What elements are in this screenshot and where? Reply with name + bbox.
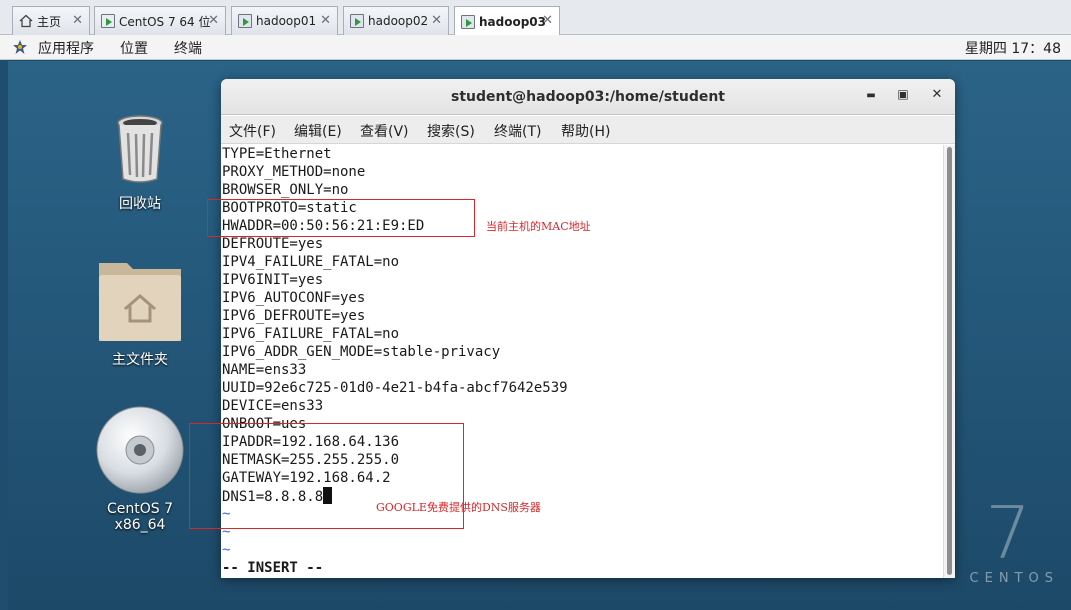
close-icon[interactable]: ✕ xyxy=(320,13,331,28)
home-icon xyxy=(19,14,33,28)
vm-running-icon xyxy=(350,14,364,28)
maximize-button[interactable]: ▣ xyxy=(893,87,913,107)
applications-icon[interactable] xyxy=(12,39,28,55)
desktop-icon-label: 回收站 xyxy=(119,196,161,212)
desktop-icon-home-folder[interactable]: 主文件夹 xyxy=(80,257,200,369)
menu-help[interactable]: 帮助(H) xyxy=(561,121,610,141)
menu-applications[interactable]: 应用程序 xyxy=(38,38,94,58)
close-icon[interactable]: ✕ xyxy=(431,13,442,28)
config-line: IPV4_FAILURE_FATAL=no xyxy=(222,254,400,270)
tab-hadoop01[interactable]: hadoop01 ✕ xyxy=(231,6,338,35)
disc-icon xyxy=(96,406,184,494)
vm-icon xyxy=(101,14,115,28)
config-line: PROXY_METHOD=none xyxy=(222,164,366,180)
vim-status-line: -- INSERT -- xyxy=(222,560,324,576)
centos-watermark-word: CENTOS xyxy=(969,571,1059,586)
terminal-menubar: 文件(F) 编辑(E) 查看(V) 搜索(S) 终端(T) 帮助(H) xyxy=(221,116,955,144)
menu-terminal[interactable]: 终端(T) xyxy=(494,121,541,141)
menu-places[interactable]: 位置 xyxy=(120,38,148,58)
minimize-button[interactable]: ▬ xyxy=(861,90,881,110)
config-line: IPV6_FAILURE_FATAL=no xyxy=(222,326,400,342)
gnome-top-bar: 应用程序 位置 终端 星期四 17：48 xyxy=(0,35,1071,60)
window-title: student@hadoop03:/home/student xyxy=(450,89,725,105)
config-line: DEVICE=ens33 xyxy=(222,398,324,414)
scrollbar-thumb[interactable] xyxy=(947,147,952,575)
tab-hadoop02[interactable]: hadoop02 ✕ xyxy=(343,6,449,35)
close-icon[interactable]: ✕ xyxy=(542,13,553,28)
config-line: NAME=ens33 xyxy=(222,362,307,378)
desktop-icon-trash[interactable]: 回收站 xyxy=(80,113,200,213)
tab-centos7[interactable]: CentOS 7 64 位 ✕ xyxy=(94,6,226,35)
vm-running-icon xyxy=(238,14,252,28)
tab-label: CentOS 7 64 位 xyxy=(119,14,211,29)
config-line: IPV6_ADDR_GEN_MODE=stable-privacy xyxy=(222,344,501,360)
desktop-icon-label: 主文件夹 xyxy=(112,352,168,368)
vm-tab-strip: 主页 ✕ CentOS 7 64 位 ✕ hadoop01 ✕ hadoop02… xyxy=(0,0,1071,36)
menu-terminal[interactable]: 终端 xyxy=(174,38,202,58)
config-line: BROWSER_ONLY=no xyxy=(222,182,349,198)
vm-running-icon xyxy=(461,14,475,29)
menu-view[interactable]: 查看(V) xyxy=(360,121,409,141)
menu-file[interactable]: 文件(F) xyxy=(229,121,276,141)
menu-edit[interactable]: 编辑(E) xyxy=(294,121,342,141)
dns-annotation-text: GOOGLE免费提供的DNS服务器 xyxy=(376,501,541,514)
menu-search[interactable]: 搜索(S) xyxy=(427,121,475,141)
tab-hadoop03[interactable]: hadoop03 ✕ xyxy=(454,6,560,36)
config-line: TYPE=Ethernet xyxy=(222,146,332,162)
config-line: UUID=92e6c725-01d0-4e21-b4fa-abcf7642e53… xyxy=(222,380,568,396)
config-line: IPV6_DEFROUTE=yes xyxy=(222,308,366,324)
tab-home[interactable]: 主页 ✕ xyxy=(12,6,90,35)
config-line: DEFROUTE=yes xyxy=(222,236,324,252)
config-line: IPV6INIT=yes xyxy=(222,272,324,288)
terminal-titlebar[interactable]: student@hadoop03:/home/student ▬ ▣ ✕ xyxy=(221,79,955,115)
desktop-icon-label: CentOS 7 x86_64 xyxy=(106,501,173,533)
mac-annotation-box xyxy=(207,199,475,237)
tab-label: 主页 xyxy=(37,14,62,29)
tab-label: hadoop03 xyxy=(479,14,547,29)
tab-label: hadoop01 xyxy=(256,14,317,28)
close-icon[interactable]: ✕ xyxy=(208,13,219,28)
tab-label: hadoop02 xyxy=(368,14,429,28)
config-line: IPV6_AUTOCONF=yes xyxy=(222,290,366,306)
terminal-scrollbar[interactable] xyxy=(943,145,955,578)
trash-icon xyxy=(117,115,163,183)
clock[interactable]: 星期四 17：48 xyxy=(965,38,1061,58)
mac-annotation-text: 当前主机的MAC地址 xyxy=(486,220,591,233)
home-folder-icon xyxy=(99,263,181,341)
close-icon[interactable]: ✕ xyxy=(72,13,83,28)
desktop-icon-centos-disc[interactable]: CentOS 7 x86_64 xyxy=(80,405,200,533)
centos-watermark-number: 7 xyxy=(985,491,1031,575)
close-button[interactable]: ✕ xyxy=(927,87,947,107)
empty-line-marker: ~ xyxy=(222,542,231,558)
